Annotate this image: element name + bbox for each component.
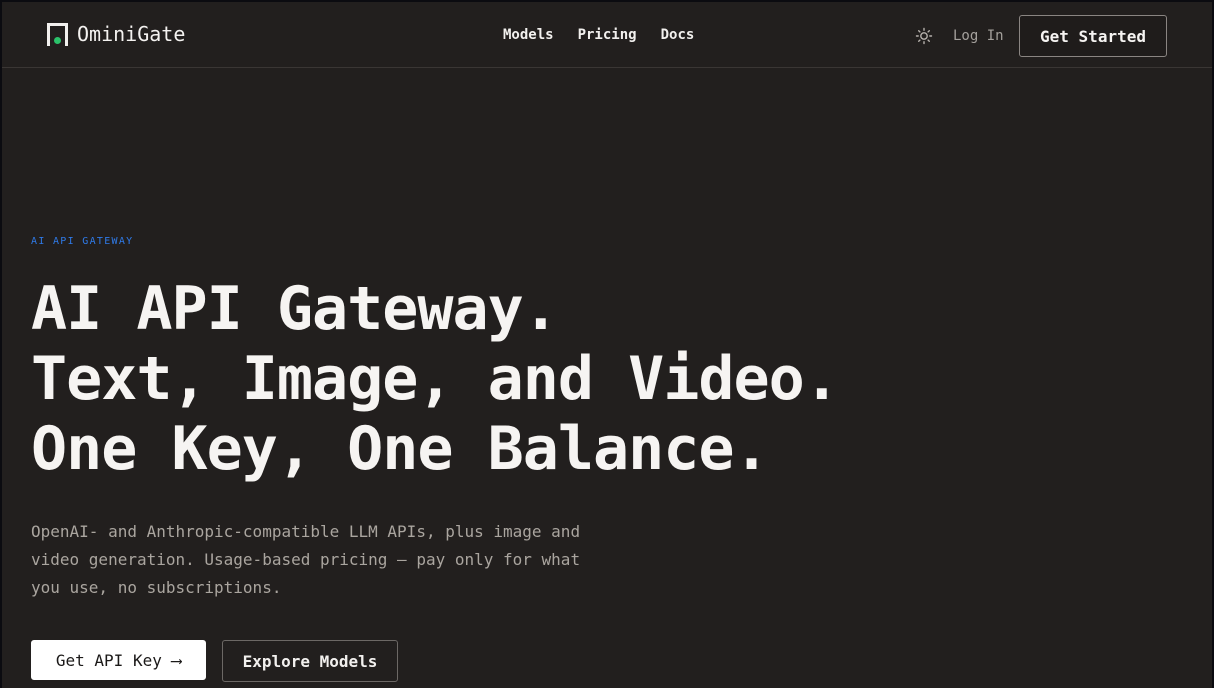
brand-name: OminiGate bbox=[77, 22, 186, 46]
get-api-key-button[interactable]: Get API Key ⟶ bbox=[31, 640, 206, 680]
brand[interactable]: OminiGate bbox=[47, 22, 185, 46]
explore-models-button[interactable]: Explore Models bbox=[222, 640, 398, 682]
main-navigation: Models Pricing Docs bbox=[503, 27, 694, 43]
nav-models-link[interactable]: Models bbox=[503, 27, 554, 43]
logo-icon bbox=[47, 22, 68, 46]
nav-pricing-link[interactable]: Pricing bbox=[578, 27, 637, 43]
site-header: OminiGate Models Pricing Docs Log In Get… bbox=[2, 2, 1212, 68]
hero-headline: AI API Gateway. Text, Image, and Video. … bbox=[31, 274, 840, 484]
landing-page: OminiGate Models Pricing Docs Log In Get… bbox=[0, 0, 1214, 688]
get-started-button[interactable]: Get Started bbox=[1019, 15, 1167, 57]
hero-eyebrow: AI API GATEWAY bbox=[31, 236, 134, 247]
hero-description: OpenAI- and Anthropic-compatible LLM API… bbox=[31, 522, 581, 597]
headline-line-3: One Key, One Balance. bbox=[31, 414, 770, 484]
headline-line-1: AI API Gateway. bbox=[31, 274, 559, 344]
login-link[interactable]: Log In bbox=[953, 28, 1004, 44]
nav-docs-link[interactable]: Docs bbox=[661, 27, 695, 43]
logo-dot bbox=[54, 36, 61, 44]
headline-line-2: Text, Image, and Video. bbox=[31, 344, 840, 414]
sun-icon[interactable] bbox=[915, 27, 933, 45]
